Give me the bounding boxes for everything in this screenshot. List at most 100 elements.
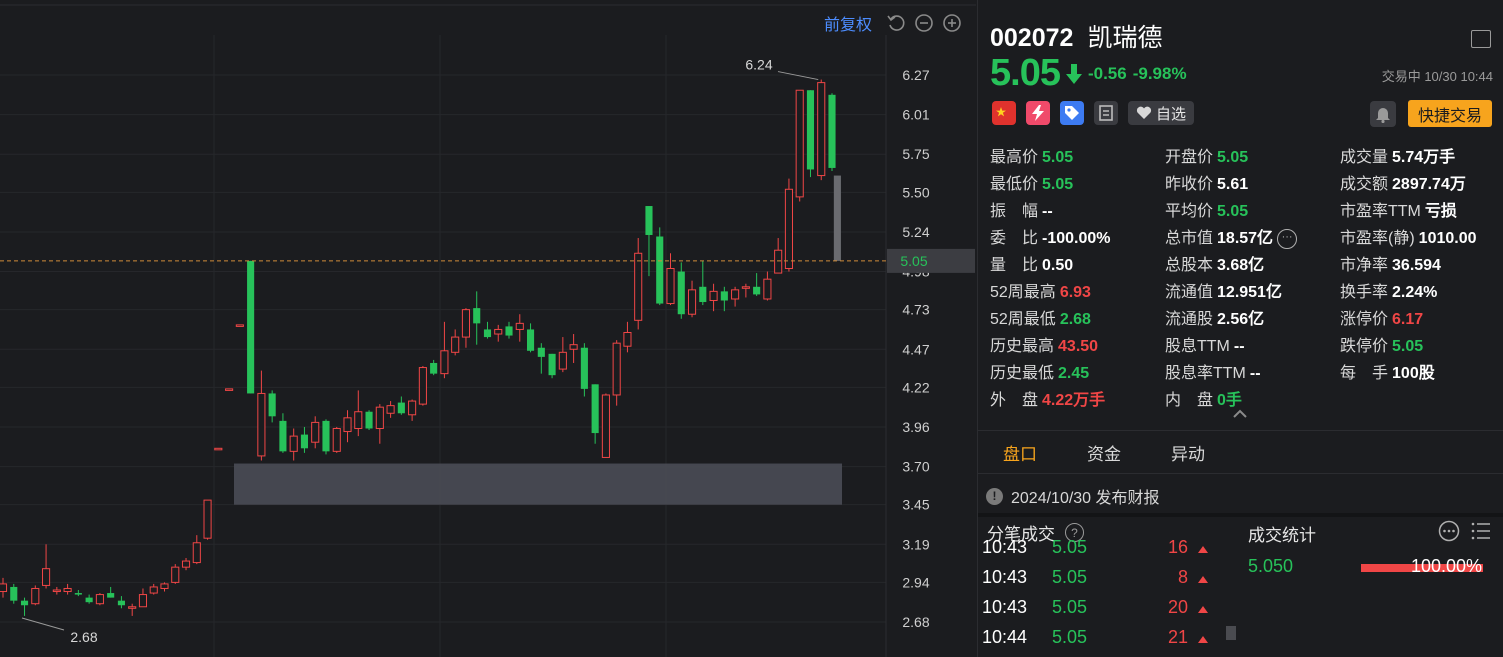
candle[interactable]	[699, 260, 707, 306]
candle[interactable]	[52, 586, 61, 595]
candle[interactable]	[74, 590, 82, 597]
candle[interactable]	[451, 329, 460, 356]
earnings-notice[interactable]: ! 2024/10/30 发布财报	[986, 484, 1160, 508]
candle[interactable]	[138, 588, 148, 608]
price-adjust-selector[interactable]: 前复权	[824, 11, 872, 35]
candle[interactable]	[247, 260, 255, 394]
candle[interactable]	[354, 390, 363, 437]
candle[interactable]	[20, 597, 29, 616]
candle[interactable]	[397, 396, 405, 415]
kline-chart-panel[interactable]: 6.276.015.755.505.244.984.734.474.223.96…	[0, 0, 976, 657]
candle[interactable]	[731, 286, 740, 307]
zoom-in-icon[interactable]	[942, 13, 962, 33]
candle[interactable]	[526, 323, 535, 353]
candle[interactable]	[537, 343, 545, 374]
candle[interactable]	[687, 280, 697, 318]
candle[interactable]	[225, 388, 234, 391]
candle[interactable]	[634, 238, 643, 330]
candle[interactable]	[817, 79, 826, 181]
lightning-icon[interactable]	[1026, 101, 1050, 125]
candle[interactable]	[322, 419, 330, 455]
candle[interactable]	[95, 593, 104, 606]
candle[interactable]	[332, 426, 341, 453]
kline-chart[interactable]: 6.276.015.755.505.244.984.734.474.223.96…	[0, 0, 976, 657]
candle[interactable]	[343, 410, 352, 443]
candle[interactable]	[591, 384, 599, 444]
candle[interactable]	[601, 393, 610, 458]
candle[interactable]	[192, 535, 201, 565]
candle[interactable]	[181, 558, 191, 571]
candle[interactable]	[430, 359, 438, 376]
candle[interactable]	[612, 340, 621, 406]
candle[interactable]	[656, 227, 664, 306]
tab-capital[interactable]: 资金	[1062, 440, 1146, 465]
candle[interactable]	[107, 586, 115, 598]
candle[interactable]	[753, 273, 761, 296]
candle[interactable]	[10, 583, 18, 604]
zoom-out-icon[interactable]	[914, 13, 934, 33]
candle[interactable]	[214, 447, 223, 451]
candle[interactable]	[171, 564, 180, 584]
more-options-icon[interactable]	[1438, 520, 1460, 542]
tick-trades-list[interactable]: 10:43 5.05 16 10:43 5.05 8 10:43 5.05 20 10:44 5.0…	[978, 540, 1240, 657]
candle[interactable]	[494, 324, 503, 342]
candle[interactable]	[42, 544, 51, 589]
candle[interactable]	[828, 93, 836, 171]
candle[interactable]	[160, 582, 169, 592]
candle[interactable]	[505, 321, 513, 339]
candle[interactable]	[774, 238, 783, 274]
candle[interactable]	[63, 583, 72, 595]
candle[interactable]	[31, 585, 40, 606]
china-flag-icon[interactable]	[992, 101, 1016, 125]
candle[interactable]	[461, 308, 471, 348]
candle[interactable]	[0, 577, 8, 598]
candle[interactable]	[645, 206, 653, 277]
add-watchlist-button[interactable]: 自选	[1128, 101, 1195, 125]
candle[interactable]	[677, 262, 685, 319]
alert-bell-button[interactable]	[1370, 101, 1396, 127]
candle[interactable]	[386, 401, 395, 418]
candle[interactable]	[279, 413, 287, 453]
list-icon[interactable]	[1470, 520, 1492, 542]
candle[interactable]	[289, 428, 298, 461]
candle[interactable]	[580, 343, 588, 397]
candle[interactable]	[311, 416, 320, 449]
candle[interactable]	[473, 291, 481, 345]
candle[interactable]	[257, 370, 266, 461]
candle[interactable]	[795, 89, 804, 202]
candle[interactable]	[569, 334, 578, 363]
candle[interactable]	[235, 324, 244, 327]
candle[interactable]	[85, 594, 93, 604]
tab-unusual[interactable]: 异动	[1146, 440, 1230, 465]
tag-icon[interactable]	[1060, 101, 1084, 125]
candle[interactable]	[408, 399, 417, 421]
tab-order-book[interactable]: 盘口	[978, 440, 1062, 465]
panel-menu-icon[interactable]	[1471, 30, 1491, 48]
quick-trade-button[interactable]: 快捷交易	[1408, 100, 1492, 127]
collapse-chevron-icon[interactable]	[1232, 409, 1248, 419]
document-icon[interactable]	[1094, 101, 1118, 125]
candle[interactable]	[806, 90, 815, 178]
candle[interactable]	[548, 353, 556, 379]
more-info-icon[interactable]: ···	[1277, 228, 1298, 249]
candle[interactable]	[203, 499, 212, 540]
candle[interactable]	[720, 286, 728, 312]
candle[interactable]	[741, 283, 750, 298]
undo-icon[interactable]	[886, 13, 906, 33]
candle[interactable]	[440, 321, 449, 379]
candle[interactable]	[128, 603, 137, 616]
candle[interactable]	[365, 410, 373, 431]
candle[interactable]	[784, 178, 793, 272]
candle[interactable]	[623, 321, 632, 353]
candle[interactable]	[375, 404, 384, 444]
candle[interactable]	[117, 596, 125, 609]
candle[interactable]	[268, 390, 276, 423]
candle[interactable]	[418, 366, 427, 406]
candle[interactable]	[558, 337, 567, 373]
candle[interactable]	[515, 314, 524, 342]
scrollbar-thumb[interactable]	[1226, 626, 1236, 640]
candle[interactable]	[483, 321, 492, 339]
candle[interactable]	[763, 271, 772, 301]
candle[interactable]	[709, 283, 718, 312]
candle[interactable]	[300, 426, 309, 453]
